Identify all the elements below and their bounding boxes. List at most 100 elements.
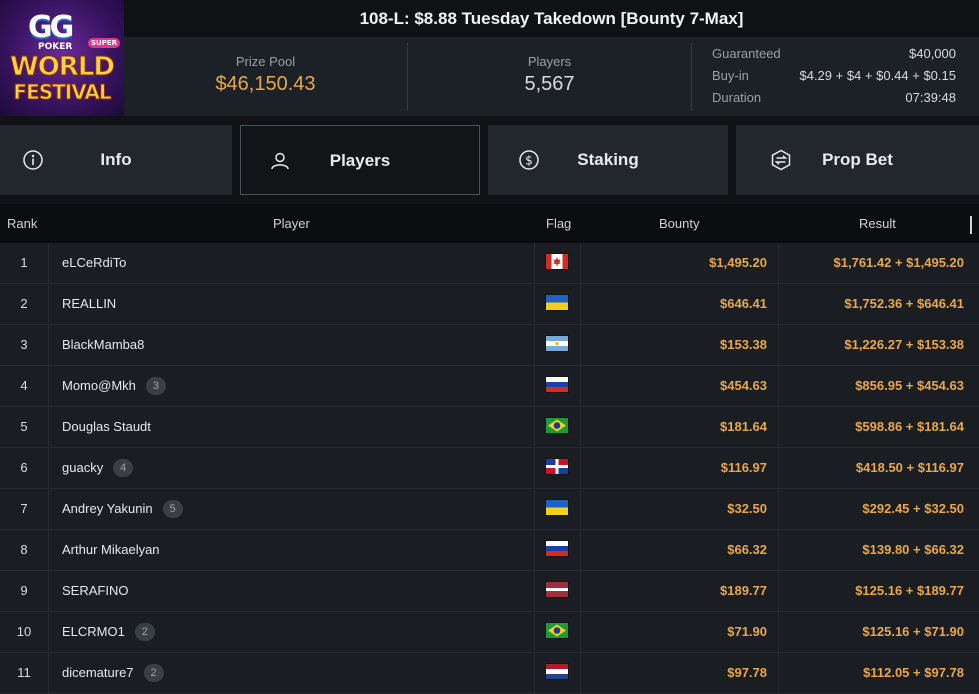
column-player[interactable]: Player [273, 204, 310, 243]
player-name[interactable]: guacky [62, 460, 103, 475]
player-name-cell[interactable]: Douglas Staudt [62, 407, 151, 447]
russia-flag-icon [546, 541, 568, 556]
guaranteed-value: $40,000 [909, 46, 956, 61]
player-name-cell[interactable]: Andrey Yakunin 5 [62, 489, 183, 529]
player-name-cell[interactable]: REALLIN [62, 284, 116, 324]
result-cell: $1,761.42 + $1,495.20 [833, 255, 964, 270]
logo-gg: GG [28, 10, 74, 45]
player-name-cell[interactable]: Momo@Mkh 3 [62, 366, 166, 406]
result-cell: $598.86 + $181.64 [855, 419, 964, 434]
brazil-flag-icon [546, 418, 568, 433]
tab-prop-bet[interactable]: Prop Bet [736, 125, 979, 195]
result-cell: $112.05 + $97.78 [863, 665, 964, 680]
player-name-cell[interactable]: eLCeRdiTo [62, 243, 126, 283]
tournament-title: 108-L: $8.88 Tuesday Takedown [Bounty 7-… [124, 0, 979, 37]
table-row[interactable]: 7 Andrey Yakunin 5 $32.50 $292.45 + $32.50 [0, 489, 979, 530]
player-name[interactable]: Arthur Mikaelyan [62, 542, 160, 557]
flag-cell [534, 325, 581, 365]
rank-cell: 1 [0, 243, 49, 283]
bounty-cell: $181.64 [720, 419, 767, 434]
flag-cell [534, 489, 581, 529]
logo-world: WORLD [10, 52, 116, 83]
players-stat: Players 5,567 [408, 37, 691, 116]
players-value: 5,567 [524, 73, 575, 95]
rank-cell: 11 [0, 653, 49, 693]
entries-badge: 3 [145, 376, 166, 395]
tab-players[interactable]: Players [240, 125, 480, 195]
player-name[interactable]: dicemature7 [62, 665, 134, 680]
table-row[interactable]: 10 ELCRMO1 2 $71.90 $125.16 + $71.90 [0, 612, 979, 653]
players-table-body: 1 eLCeRdiTo $1,495.20 $1,761.42 + $1,495.20… [0, 243, 979, 694]
table-row[interactable]: 9 SERAFINO $189.77 $125.16 + $189.77 [0, 571, 979, 612]
table-row[interactable]: 8 Arthur Mikaelyan $66.32 $139.80 + $66.32 [0, 530, 979, 571]
player-name[interactable]: REALLIN [62, 296, 116, 311]
table-row[interactable]: 5 Douglas Staudt $181.64 $598.86 + $181.64 [0, 407, 979, 448]
entries-badge: 5 [162, 499, 183, 518]
scrollbar-indicator[interactable] [970, 216, 972, 234]
player-name-cell[interactable]: guacky 4 [62, 448, 134, 488]
table-row[interactable]: 1 eLCeRdiTo $1,495.20 $1,761.42 + $1,495.20 [0, 243, 979, 284]
table-row[interactable]: 3 BlackMamba8 $153.38 $1,226.27 + $153.38 [0, 325, 979, 366]
rank-cell: 6 [0, 448, 49, 488]
bounty-cell: $116.97 [720, 460, 767, 475]
stats-panel: Prize Pool $46,150.43 Players 5,567 Guar… [124, 37, 979, 116]
flag-cell [534, 653, 581, 693]
player-name[interactable]: Douglas Staudt [62, 419, 151, 434]
tab-staking[interactable]: $ Staking [488, 125, 728, 195]
logo-super-badge: SUPER [88, 38, 121, 48]
bounty-cell: $454.63 [720, 378, 767, 393]
brazil-flag-icon [546, 623, 568, 638]
player-name[interactable]: BlackMamba8 [62, 337, 144, 352]
player-name[interactable]: ELCRMO1 [62, 624, 125, 639]
tournament-details: Guaranteed $40,000 Buy-in $4.29 + $4 + $… [712, 43, 956, 109]
rank-cell: 3 [0, 325, 49, 365]
canada-flag-icon [546, 254, 568, 269]
column-rank[interactable]: Rank [7, 204, 37, 243]
entries-badge: 4 [113, 458, 134, 477]
rank-cell: 7 [0, 489, 49, 529]
duration-row: Duration 07:39:48 [712, 87, 956, 109]
player-name[interactable]: Andrey Yakunin [62, 501, 153, 516]
result-cell: $856.95 + $454.63 [855, 378, 964, 393]
result-cell: $1,226.27 + $153.38 [844, 337, 964, 352]
player-name-cell[interactable]: ELCRMO1 2 [62, 612, 155, 652]
prize-pool-value: $46,150.43 [215, 73, 316, 95]
rank-cell: 5 [0, 407, 49, 447]
tab-players-label: Players [329, 151, 391, 170]
table-row[interactable]: 6 guacky 4 $116.97 $418.50 + $116.97 [0, 448, 979, 489]
player-name-cell[interactable]: SERAFINO [62, 571, 128, 611]
bounty-cell: $32.50 [727, 501, 767, 516]
netherlands-flag-icon [546, 664, 568, 679]
tab-info[interactable]: Info [0, 125, 232, 195]
column-result[interactable]: Result [859, 204, 896, 243]
duration-label: Duration [712, 90, 762, 105]
stats-divider [691, 43, 692, 111]
bounty-cell: $97.78 [727, 665, 767, 680]
column-bounty[interactable]: Bounty [659, 204, 699, 243]
tab-info-label: Info [100, 150, 132, 169]
buyin-row: Buy-in $4.29 + $4 + $0.44 + $0.15 [712, 65, 956, 87]
player-name-cell[interactable]: dicemature7 2 [62, 653, 164, 693]
result-cell: $292.45 + $32.50 [862, 501, 964, 516]
result-cell: $125.16 + $71.90 [862, 624, 964, 639]
bounty-cell: $646.41 [720, 296, 767, 311]
player-name[interactable]: eLCeRdiTo [62, 255, 126, 270]
flag-cell [534, 366, 581, 406]
bounty-cell: $153.38 [720, 337, 767, 352]
player-name[interactable]: Momo@Mkh [62, 378, 136, 393]
player-name-cell[interactable]: Arthur Mikaelyan [62, 530, 160, 570]
prize-pool-label: Prize Pool [235, 54, 296, 69]
russia-flag-icon [546, 377, 568, 392]
prize-pool-stat: Prize Pool $46,150.43 [124, 37, 407, 116]
result-cell: $139.80 + $66.32 [862, 542, 964, 557]
player-name-cell[interactable]: BlackMamba8 [62, 325, 144, 365]
table-row[interactable]: 4 Momo@Mkh 3 $454.63 $856.95 + $454.63 [0, 366, 979, 407]
rank-cell: 2 [0, 284, 49, 324]
buyin-label: Buy-in [712, 68, 749, 83]
tab-staking-label: Staking [577, 150, 639, 169]
table-row[interactable]: 11 dicemature7 2 $97.78 $112.05 + $97.78 [0, 653, 979, 694]
column-flag[interactable]: Flag [546, 204, 571, 243]
table-row[interactable]: 2 REALLIN $646.41 $1,752.36 + $646.41 [0, 284, 979, 325]
player-name[interactable]: SERAFINO [62, 583, 128, 598]
ukraine-flag-icon [546, 500, 568, 515]
